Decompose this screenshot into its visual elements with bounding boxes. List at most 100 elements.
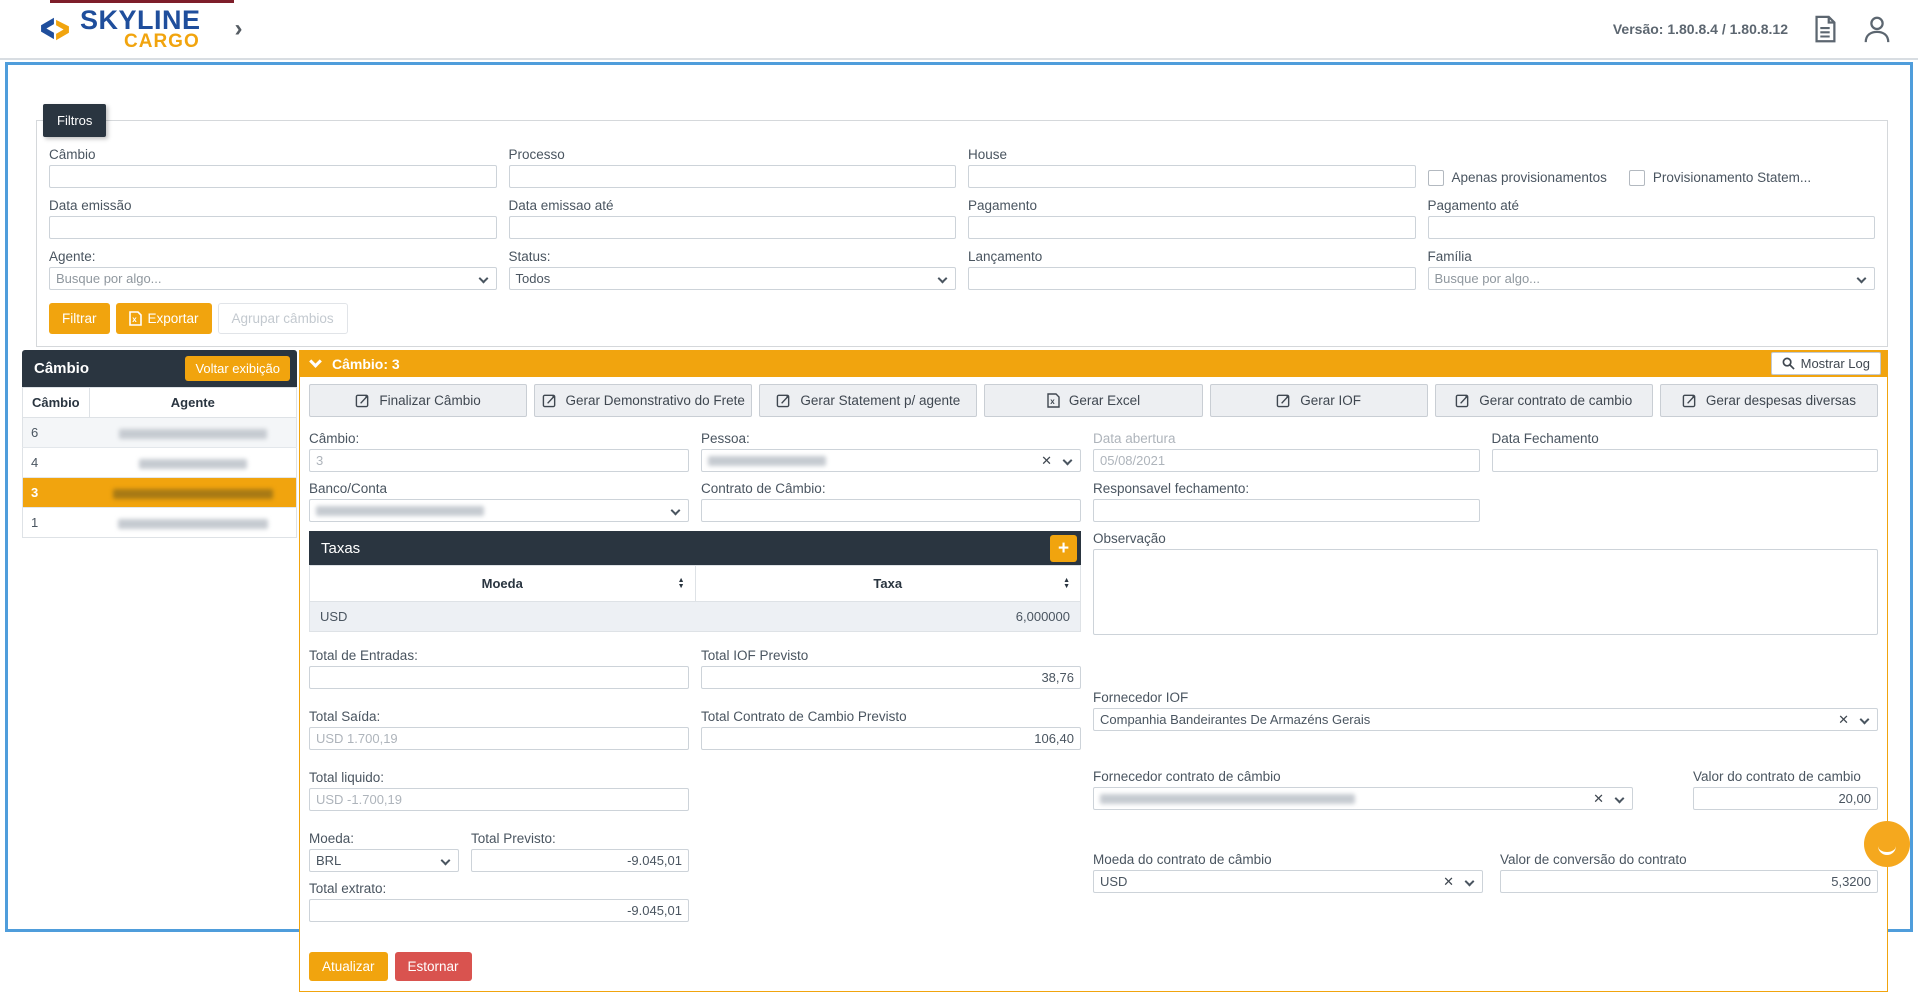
add-taxa-button[interactable]: +: [1050, 535, 1077, 562]
clear-icon[interactable]: ✕: [1443, 874, 1454, 890]
redacted-agent-name: [113, 489, 273, 499]
filter-familia-label: Família: [1428, 249, 1876, 264]
cambio-input[interactable]: [309, 449, 689, 472]
filter-data-emissao-input[interactable]: [49, 216, 497, 239]
field-total-contrato-previsto: Total Contrato de Cambio Previsto: [701, 709, 1081, 750]
total-saida-input[interactable]: [309, 727, 689, 750]
gerar-excel-button[interactable]: x Gerar Excel: [984, 384, 1202, 417]
table-row-selected[interactable]: 3: [23, 478, 297, 508]
total-iof-input[interactable]: [701, 666, 1081, 689]
observacao-textarea[interactable]: [1093, 549, 1878, 635]
filter-pagamento-input[interactable]: [968, 216, 1416, 239]
pessoa-select[interactable]: ✕: [701, 449, 1081, 472]
filter-data-emissao-ate: Data emissao até: [509, 198, 957, 239]
clear-icon[interactable]: ✕: [1838, 712, 1849, 728]
gerar-despesas-diversas-button[interactable]: Gerar despesas diversas: [1660, 384, 1878, 417]
field-pessoa: Pessoa: ✕: [701, 431, 1081, 472]
gerar-demonstrativo-frete-button[interactable]: Gerar Demonstrativo do Frete: [534, 384, 752, 417]
exchange-list-header: Câmbio Voltar exibição: [22, 350, 297, 387]
total-entradas-input[interactable]: [309, 666, 689, 689]
filter-pagamento-ate-input[interactable]: [1428, 216, 1876, 239]
filtrar-button[interactable]: Filtrar: [49, 303, 110, 334]
clear-icon[interactable]: ✕: [1593, 791, 1604, 807]
table-row[interactable]: 1: [23, 508, 297, 538]
edit-icon: [1682, 393, 1697, 408]
chat-bubble-icon[interactable]: [1864, 821, 1910, 867]
gerar-iof-button[interactable]: Gerar IOF: [1210, 384, 1428, 417]
filter-familia-select[interactable]: Busque por algo...: [1428, 267, 1876, 290]
mostrar-log-button[interactable]: Mostrar Log: [1771, 352, 1881, 375]
total-extrato-input[interactable]: [309, 899, 689, 922]
atualizar-button[interactable]: Atualizar: [309, 952, 388, 981]
version-label: Versão: 1.80.8.4 / 1.80.8.12: [1613, 21, 1788, 37]
agrupar-cambios-button[interactable]: Agrupar câmbios: [218, 303, 348, 334]
exportar-button[interactable]: x Exportar: [116, 303, 212, 334]
taxas-col-taxa[interactable]: Taxa ▲▼: [695, 566, 1081, 602]
moeda-contrato-select[interactable]: USD ✕: [1093, 870, 1483, 893]
filter-house-input[interactable]: [968, 165, 1416, 188]
field-data-abertura: Data abertura: [1093, 431, 1480, 472]
brand-skyline: SKYLINE: [80, 8, 201, 32]
fornecedor-iof-select[interactable]: Companhia Bandeirantes De Armazéns Gerai…: [1093, 708, 1878, 731]
clear-icon[interactable]: ✕: [1041, 453, 1052, 469]
sidebar-expand-chevron-icon[interactable]: ›: [235, 15, 243, 43]
fornecedor-contrato-select[interactable]: ✕: [1093, 787, 1633, 810]
filter-data-emissao-label: Data emissão: [49, 198, 497, 213]
field-cambio: Câmbio:: [309, 431, 689, 472]
voltar-exibicao-button[interactable]: Voltar exibição: [185, 356, 290, 381]
detail-collapse-bar[interactable]: Câmbio: 3 Mostrar Log: [299, 350, 1888, 377]
chevron-down-icon: [1860, 715, 1870, 725]
user-icon[interactable]: [1862, 14, 1892, 44]
total-contrato-previsto-input[interactable]: [701, 727, 1081, 750]
taxas-header: Taxas +: [309, 531, 1081, 565]
filter-lancamento: Lançamento: [968, 249, 1416, 290]
moeda-select[interactable]: BRL: [309, 849, 459, 872]
taxas-col-moeda[interactable]: Moeda ▲▼: [310, 566, 696, 602]
skyline-cargo-logo: SKYLINE CARGO: [40, 8, 201, 49]
responsavel-fechamento-input[interactable]: [1093, 499, 1480, 522]
sort-icon[interactable]: ▲▼: [678, 578, 685, 590]
table-row[interactable]: 4: [23, 448, 297, 478]
valor-contrato-input[interactable]: [1693, 787, 1878, 810]
chevron-down-icon: [441, 856, 451, 866]
sort-icon[interactable]: ▲▼: [1063, 578, 1070, 590]
filter-familia: Família Busque por algo...: [1428, 249, 1876, 290]
edit-icon: [542, 393, 557, 408]
contrato-cambio-input[interactable]: [701, 499, 1081, 522]
redacted-agent-name: [118, 519, 268, 529]
valor-conversao-input[interactable]: [1500, 870, 1878, 893]
filter-lancamento-input[interactable]: [968, 267, 1416, 290]
total-liquido-input[interactable]: [309, 788, 689, 811]
taxa-row[interactable]: USD 6,000000: [310, 602, 1081, 632]
total-previsto-input[interactable]: [471, 849, 689, 872]
gerar-statement-agente-button[interactable]: Gerar Statement p/ agente: [759, 384, 977, 417]
document-icon[interactable]: [1810, 14, 1840, 44]
filter-pagamento-label: Pagamento: [968, 198, 1416, 213]
banco-conta-select[interactable]: [309, 499, 689, 522]
field-total-liquido: Total liquido:: [309, 770, 689, 811]
filter-data-emissao-ate-input[interactable]: [509, 216, 957, 239]
logo-mark: [40, 14, 70, 44]
filter-processo-label: Processo: [509, 147, 957, 162]
estornar-button[interactable]: Estornar: [395, 952, 472, 981]
provisionamento-statem-checkbox[interactable]: [1629, 170, 1645, 186]
filter-agente-select[interactable]: Busque por algo...: [49, 267, 497, 290]
filter-status-select[interactable]: Todos: [509, 267, 957, 290]
filter-status: Status: Todos: [509, 249, 957, 290]
brand-cargo: CARGO: [124, 33, 201, 50]
filters-tab-label: Filtros: [43, 104, 106, 137]
data-fechamento-input[interactable]: [1492, 449, 1879, 472]
exchange-col-agente[interactable]: Agente: [89, 388, 296, 418]
apenas-provisionamentos-checkbox[interactable]: [1428, 170, 1444, 186]
filter-cambio-input[interactable]: [49, 165, 497, 188]
data-abertura-input[interactable]: [1093, 449, 1480, 472]
filter-house-label: House: [968, 147, 1416, 162]
collapse-chevron-icon[interactable]: [309, 355, 322, 368]
exchange-col-cambio[interactable]: Câmbio: [23, 388, 90, 418]
apenas-provisionamentos-label: Apenas provisionamentos: [1452, 170, 1607, 185]
table-row[interactable]: 6: [23, 418, 297, 448]
finalizar-cambio-button[interactable]: Finalizar Câmbio: [309, 384, 527, 417]
gerar-contrato-cambio-button[interactable]: Gerar contrato de cambio: [1435, 384, 1653, 417]
filter-processo-input[interactable]: [509, 165, 957, 188]
search-icon: [1782, 357, 1795, 370]
